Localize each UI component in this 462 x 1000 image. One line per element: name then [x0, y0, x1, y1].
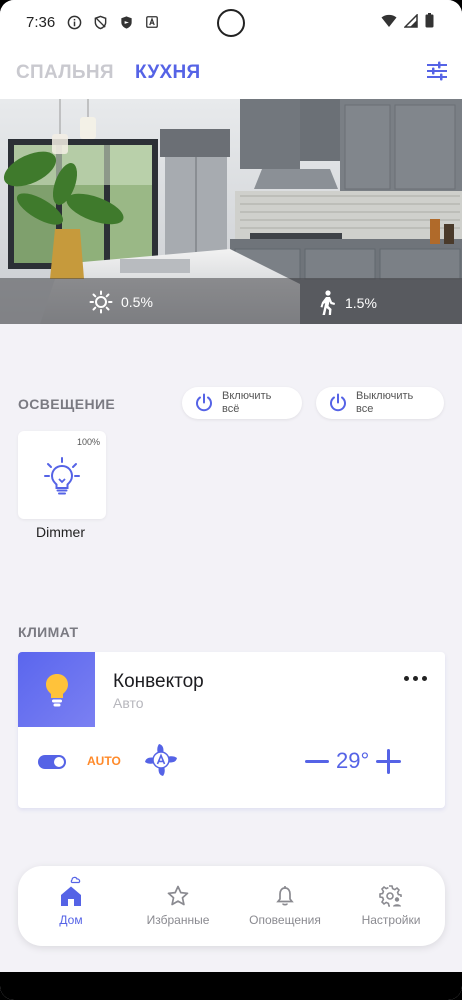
power-toggle[interactable]	[38, 755, 66, 769]
lightbulb-icon	[44, 457, 80, 495]
turn-all-on-label-line2: всё	[222, 403, 240, 415]
nav-favorites-label: Избранные	[146, 913, 210, 927]
walking-person-icon	[320, 290, 335, 315]
lightbulb-icon	[46, 674, 68, 707]
auto-mode-badge[interactable]: AUTO	[87, 754, 121, 768]
nav-settings-label: Настройки	[361, 913, 421, 927]
climate-section-title: КЛИМАТ	[18, 624, 79, 640]
nav-notifications[interactable]: Оповещения	[235, 884, 335, 927]
convector-card[interactable]: Конвектор Авто AUTO 29°	[18, 652, 445, 808]
bell-icon	[276, 886, 294, 906]
nav-favorites[interactable]: Избранные	[128, 884, 228, 927]
app-screen: 7:36 СПАЛЬНЯ КУХНЯ 0.5% 1.5% ОСВЕЩЕНИЕ В…	[0, 0, 462, 1000]
battery-icon	[425, 13, 434, 28]
power-icon	[330, 393, 346, 412]
settings-user-icon	[379, 885, 402, 907]
convector-name: Конвектор	[113, 671, 204, 692]
info-icon	[66, 14, 82, 30]
nav-home-label: Дом	[59, 913, 83, 927]
filter-sliders-icon[interactable]	[426, 60, 448, 82]
motion-value: 1.5%	[345, 295, 377, 311]
shield-icon	[118, 14, 134, 30]
home-icon	[61, 876, 81, 906]
sun-icon	[89, 290, 113, 314]
dimmer-name: Dimmer	[36, 524, 85, 540]
turn-all-off-label: Выключить все	[356, 390, 413, 416]
cellular-signal-icon	[404, 13, 418, 28]
power-icon	[196, 393, 212, 412]
turn-all-on-label: Включить всё	[222, 390, 271, 416]
shield-off-icon	[92, 14, 108, 30]
nav-settings[interactable]: Настройки	[341, 884, 441, 927]
convector-icon-tile	[18, 652, 95, 727]
room-photo: 0.5% 1.5%	[0, 99, 462, 324]
temperature-value: 29°	[336, 748, 370, 773]
app-a-icon	[144, 14, 160, 30]
turn-all-off-button[interactable]: Выключить все	[316, 387, 444, 419]
dimmer-level: 100%	[76, 437, 100, 447]
room-tabs-header: СПАЛЬНЯ КУХНЯ	[0, 46, 462, 99]
turn-all-off-label-line2: все	[356, 403, 374, 415]
status-notification-icons	[66, 14, 160, 30]
convector-mode: Авто	[113, 695, 144, 711]
bottom-navigation: Дом Избранные Оповещения Настройки	[18, 866, 445, 946]
turn-all-on-label-line1: Включить	[222, 390, 272, 402]
nav-home[interactable]: Дом	[21, 876, 121, 927]
tab-bedroom[interactable]: СПАЛЬНЯ	[16, 62, 114, 84]
status-system-icons	[381, 13, 434, 28]
motion-stat: 1.5%	[317, 290, 377, 316]
turn-all-on-button[interactable]: Включить всё	[182, 387, 302, 419]
status-time: 7:36	[26, 14, 56, 31]
temperature-decrease-button[interactable]	[305, 760, 329, 763]
light-level-value: 0.5%	[121, 294, 153, 310]
temperature-increase-button[interactable]	[376, 749, 401, 774]
tab-kitchen[interactable]: КУХНЯ	[135, 62, 200, 84]
light-level-stat: 0.5%	[89, 290, 153, 314]
lighting-section-title: ОСВЕЩЕНИЕ	[18, 396, 116, 412]
status-bar: 7:36	[0, 0, 462, 46]
star-icon	[167, 885, 189, 906]
camera-cutout	[217, 9, 245, 37]
turn-all-off-label-line1: Выключить	[356, 390, 414, 402]
nav-notifications-label: Оповещения	[249, 913, 321, 927]
dimmer-tile[interactable]: 100%	[18, 431, 106, 519]
system-navigation-bar	[0, 972, 462, 1000]
sensor-overlay: 0.5% 1.5%	[0, 278, 462, 324]
fan-auto-icon[interactable]	[143, 742, 179, 778]
more-options-icon[interactable]	[404, 676, 427, 681]
wifi-icon	[381, 14, 397, 27]
